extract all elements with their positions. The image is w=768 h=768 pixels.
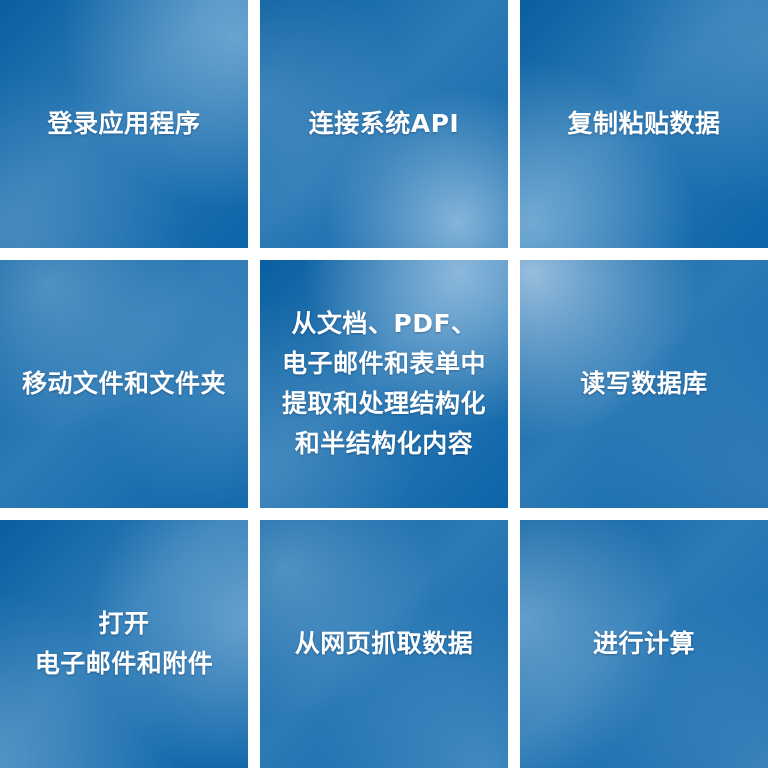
tile-label: 读写数据库 xyxy=(580,369,708,398)
tile-move-files: 移动文件和文件夹 xyxy=(0,260,248,508)
tile-login-apps: 登录应用程序 xyxy=(0,0,248,248)
tile-label: 登录应用程序 xyxy=(47,109,201,138)
tile-extract-content: 从文档、PDF、 电子邮件和表单中 提取和处理结构化 和半结构化内容 xyxy=(260,260,508,508)
tile-label: 移动文件和文件夹 xyxy=(21,369,226,398)
tile-copy-paste: 复制粘贴数据 xyxy=(520,0,768,248)
tile-label: 打开 电子邮件和附件 xyxy=(34,609,214,678)
tile-open-email: 打开 电子邮件和附件 xyxy=(0,520,248,768)
tile-label: 从网页抓取数据 xyxy=(294,629,474,658)
tile-connect-api: 连接系统API xyxy=(260,0,508,248)
tile-label: 进行计算 xyxy=(592,629,695,658)
tile-database: 读写数据库 xyxy=(520,260,768,508)
capability-grid: 登录应用程序 连接系统API 复制粘贴数据 移动文件和文件夹 从文档、PDF、 … xyxy=(0,0,768,768)
tile-label: 连接系统API xyxy=(308,109,460,138)
tile-label: 复制粘贴数据 xyxy=(567,109,721,138)
tile-calculate: 进行计算 xyxy=(520,520,768,768)
tile-label: 从文档、PDF、 电子邮件和表单中 提取和处理结构化 和半结构化内容 xyxy=(281,309,486,458)
tile-web-scrape: 从网页抓取数据 xyxy=(260,520,508,768)
